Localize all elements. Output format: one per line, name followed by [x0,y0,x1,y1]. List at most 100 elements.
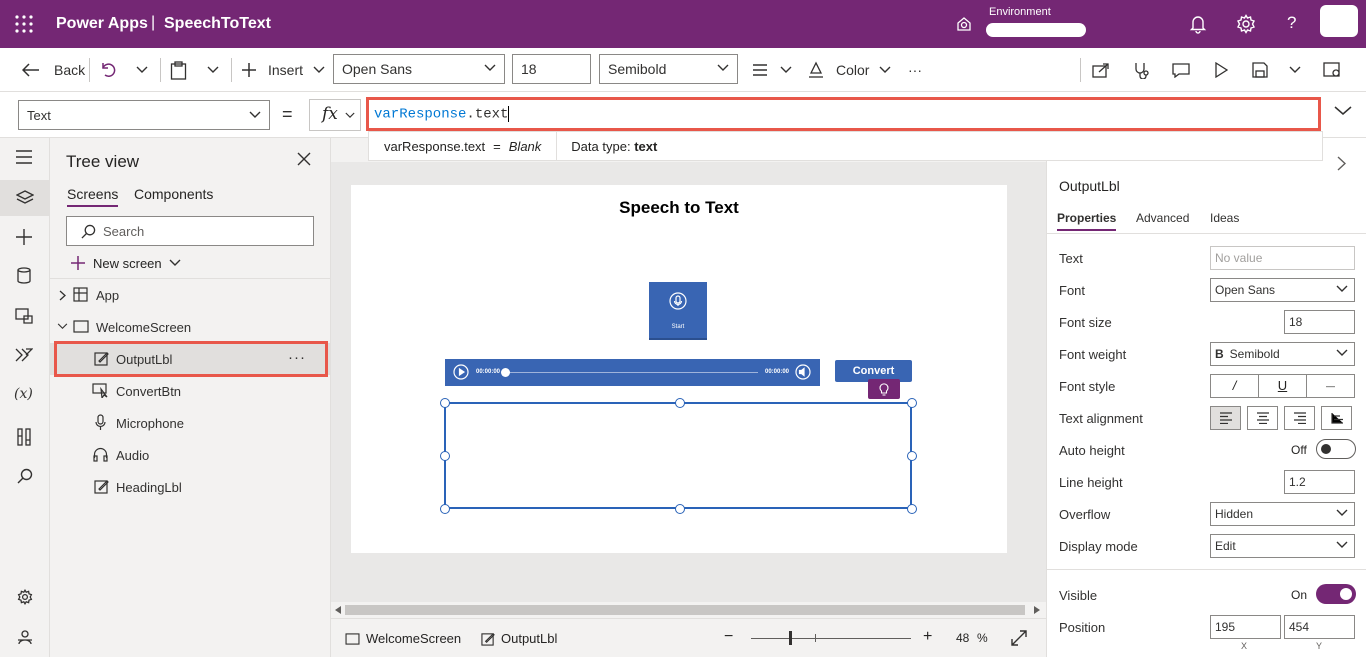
output-label-selected[interactable] [440,398,917,514]
tree-search-input[interactable]: Search [66,216,314,246]
position-x-input[interactable]: 195 [1210,615,1281,639]
paste-icon[interactable] [170,48,187,92]
tab-screens[interactable]: Screens [67,186,119,207]
overflow-dropdown[interactable]: Hidden [1210,502,1355,526]
save-icon[interactable] [1252,48,1268,92]
italic-button[interactable]: / [1210,374,1259,398]
formula-input[interactable]: varResponse.text [366,97,1321,131]
help-icon[interactable]: ? [1287,13,1296,33]
undo-icon[interactable] [99,48,117,92]
publish-icon[interactable] [1323,48,1341,92]
tree-item-audio[interactable]: Audio [50,439,330,471]
line-height-input[interactable]: 1.2 [1284,470,1355,494]
text-property-input[interactable]: No value [1210,246,1355,270]
comments-icon[interactable] [1172,48,1190,92]
app-screen-canvas[interactable]: Speech to Text Start 00:00:00 00:00:00 C… [351,185,1007,553]
resize-handle[interactable] [907,398,917,408]
new-screen-button[interactable]: New screen [70,255,181,271]
font-weight-dropdown[interactable]: Semibold [599,54,738,84]
chevron-down-icon[interactable] [136,48,148,92]
align-right-icon[interactable] [1284,406,1315,430]
virtual-agent-icon[interactable] [17,629,33,645]
resize-handle[interactable] [675,398,685,408]
environment-icon[interactable] [955,15,973,33]
color-button[interactable]: Color [808,48,891,92]
align-justify-icon[interactable] [1321,406,1352,430]
hamburger-menu-icon[interactable] [15,150,33,164]
tab-components[interactable]: Components [134,186,213,202]
insert-button[interactable]: Insert [241,48,325,92]
tab-advanced[interactable]: Advanced [1136,211,1189,225]
font-family-dropdown[interactable]: Open Sans [333,54,505,84]
tree-item-app[interactable]: App [50,279,330,311]
visible-toggle[interactable] [1316,584,1356,604]
breadcrumb-screen[interactable]: WelcomeScreen [345,631,461,646]
tree-item-microphone[interactable]: Microphone [50,407,330,439]
resize-handle[interactable] [907,504,917,514]
more-options-button[interactable]: ··· [908,48,922,92]
close-icon[interactable] [297,152,311,166]
share-icon[interactable] [1092,48,1110,92]
audio-player[interactable]: 00:00:00 00:00:00 [445,359,820,386]
strikethrough-button[interactable]: — [1307,374,1355,398]
advanced-tools-icon[interactable] [17,428,31,446]
fit-to-window-icon[interactable] [1011,630,1027,646]
ideas-lightbulb-icon[interactable] [868,379,900,399]
preview-play-icon[interactable] [1214,48,1228,92]
audio-progress-thumb[interactable] [501,368,510,377]
microphone-control[interactable]: Start [649,282,707,340]
zoom-in-button[interactable]: + [923,628,932,646]
auto-height-toggle[interactable] [1316,439,1356,459]
display-mode-dropdown[interactable]: Edit [1210,534,1355,558]
scrollbar-thumb[interactable] [345,605,1025,615]
property-dropdown[interactable]: Text [18,100,270,130]
canvas-horizontal-scrollbar[interactable] [331,602,1046,618]
tree-item-headinglbl[interactable]: HeadingLbl [50,471,330,503]
data-cylinder-icon[interactable] [17,267,31,284]
font-size-input[interactable]: 18 [512,54,591,84]
tab-properties[interactable]: Properties [1057,211,1117,231]
fx-button[interactable]: fx [309,99,361,131]
media-icon[interactable] [15,308,33,324]
position-y-input[interactable]: 454 [1284,615,1355,639]
app-launcher-icon[interactable] [14,14,34,34]
app-checker-icon[interactable] [1132,48,1150,92]
tree-item-convertbtn[interactable]: ConvertBtn [50,375,330,407]
font-property-dropdown[interactable]: Open Sans [1210,278,1355,302]
resize-handle[interactable] [440,504,450,514]
align-center-icon[interactable] [1247,406,1278,430]
resize-handle[interactable] [440,398,450,408]
text-align-button[interactable] [752,48,792,92]
chevron-down-icon[interactable] [207,48,219,92]
underline-button[interactable]: U [1259,374,1307,398]
settings-gear-icon[interactable] [17,589,33,605]
notification-bell-icon[interactable] [1189,14,1207,34]
resize-handle[interactable] [440,451,450,461]
tab-ideas[interactable]: Ideas [1210,211,1239,225]
heading-label[interactable]: Speech to Text [351,198,1007,218]
tree-item-welcomescreen[interactable]: WelcomeScreen [50,311,330,343]
zoom-slider[interactable] [751,638,911,639]
avatar[interactable] [1320,5,1358,37]
settings-gear-icon[interactable] [1236,14,1256,34]
font-size-property-input[interactable]: 18 [1284,310,1355,334]
back-button[interactable]: Back [22,48,85,92]
audio-progress-track[interactable] [505,372,758,373]
chevron-down-icon[interactable] [1289,48,1301,92]
align-left-icon[interactable] [1210,406,1241,430]
brand-name[interactable]: Power Apps [56,15,148,33]
insert-plus-icon[interactable] [15,228,33,246]
zoom-out-button[interactable]: − [724,628,733,646]
environment-value[interactable] [986,23,1086,37]
chevron-right-icon[interactable] [1337,156,1346,171]
variables-icon[interactable]: (x) [14,386,33,402]
font-weight-property-dropdown[interactable]: B Semibold [1210,342,1355,366]
expand-formula-icon[interactable] [1334,106,1352,116]
search-icon[interactable] [17,468,33,484]
tree-view-rail-button[interactable] [0,180,50,216]
power-automate-icon[interactable] [15,348,33,362]
resize-handle[interactable] [675,504,685,514]
resize-handle[interactable] [907,451,917,461]
breadcrumb-control[interactable]: OutputLbl [481,631,557,646]
zoom-slider-thumb[interactable] [789,631,792,645]
